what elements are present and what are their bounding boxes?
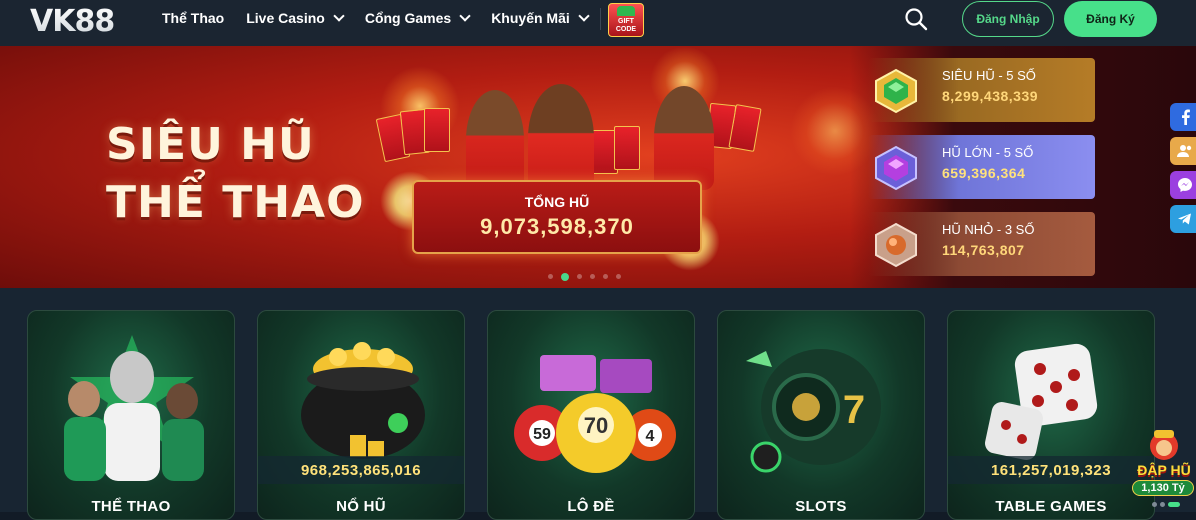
nav-label: Cổng Games bbox=[364, 10, 452, 26]
game-card-lo-de[interactable]: 59 4 70 LÔ ĐỀ bbox=[487, 310, 695, 520]
player-figure bbox=[654, 86, 714, 190]
jackpot-value: 114,763,807 bbox=[942, 242, 1025, 258]
carousel-dot[interactable] bbox=[577, 274, 582, 279]
chevron-down-icon bbox=[333, 10, 345, 22]
game-card-no-hu[interactable]: 968,253,865,016 NỔ HŨ bbox=[257, 310, 465, 520]
chevron-down-icon bbox=[459, 10, 471, 22]
jackpot-name: SIÊU HŨ - 5 SỐ bbox=[942, 68, 1036, 83]
carousel-dot[interactable] bbox=[616, 274, 621, 279]
register-button[interactable]: Đăng Ký bbox=[1064, 1, 1157, 37]
login-button[interactable]: Đăng Nhập bbox=[962, 1, 1054, 37]
game-card-label: TABLE GAMES bbox=[995, 498, 1107, 515]
carousel-dots bbox=[548, 273, 621, 281]
nav-item-the-thao[interactable]: Thể Thao bbox=[162, 10, 224, 26]
red-envelope bbox=[424, 108, 450, 152]
game-card-jackpot: 161,257,019,323 bbox=[948, 456, 1154, 484]
total-jackpot-label: TỔNG HŨ bbox=[524, 194, 590, 210]
jackpot-value: 8,299,438,339 bbox=[942, 88, 1039, 104]
game-card-slots[interactable]: 7 SLOTS bbox=[717, 310, 925, 520]
nav-label: Live Casino bbox=[246, 10, 325, 26]
social-sidebar bbox=[1170, 103, 1196, 233]
pot-of-gold-illustration bbox=[301, 342, 425, 459]
player-figure bbox=[528, 84, 594, 192]
slot-machine-illustration: 7 bbox=[746, 349, 881, 473]
main-nav: Thể Thao Live Casino Cổng Games Khuyến M… bbox=[162, 0, 610, 36]
ball-number: 4 bbox=[646, 428, 655, 445]
nav-item-cong-games[interactable]: Cổng Games bbox=[364, 10, 471, 26]
bonus-badge-dots bbox=[1152, 502, 1180, 507]
game-card-label: SLOTS bbox=[795, 498, 847, 515]
svg-text:7: 7 bbox=[843, 388, 865, 432]
hero-banner[interactable]: SIÊU HŨ THỂ THAO TỔNG HŨ 9,073,598,370 S… bbox=[0, 46, 1196, 288]
banner-title: SIÊU HŨ THỂ THAO bbox=[106, 116, 365, 232]
telegram-icon[interactable] bbox=[1170, 205, 1196, 233]
jackpot-value: 659,396,364 bbox=[942, 165, 1026, 181]
nav-item-live-casino[interactable]: Live Casino bbox=[246, 10, 345, 26]
game-card-the-thao[interactable]: THỂ THAO bbox=[27, 310, 235, 520]
gold-gem-icon bbox=[875, 68, 917, 114]
red-envelope bbox=[614, 126, 640, 170]
game-card-label: NỔ HŨ bbox=[336, 498, 386, 515]
bronze-gem-icon bbox=[875, 222, 917, 268]
jackpot-name: HŨ LỚN - 5 SỐ bbox=[942, 145, 1034, 160]
total-jackpot-value: 9,073,598,370 bbox=[480, 214, 634, 239]
jackpot-hu-lon[interactable]: HŨ LỚN - 5 SỐ 659,396,364 bbox=[868, 135, 1095, 199]
jackpot-hu-nho[interactable]: HŨ NHỎ - 3 SỐ 114,763,807 bbox=[868, 212, 1095, 276]
chevron-down-icon bbox=[578, 10, 590, 22]
game-card-jackpot: 968,253,865,016 bbox=[258, 456, 464, 484]
total-jackpot-box: TỔNG HŨ 9,073,598,370 bbox=[412, 180, 702, 254]
game-card-table-games[interactable]: 161,257,019,323 TABLE GAMES bbox=[947, 310, 1155, 520]
banner-title-line2: THỂ THAO bbox=[106, 177, 365, 228]
player-figure bbox=[466, 90, 524, 190]
bonus-badge-title: ĐẬP HŨ bbox=[1137, 462, 1191, 478]
nav-label: Khuyến Mãi bbox=[491, 10, 570, 26]
dap-hu-floating-badge[interactable]: ĐẬP HŨ 1,130 Tỷ bbox=[1128, 428, 1196, 512]
vk88-logo[interactable]: VK88 bbox=[30, 2, 136, 39]
banner-title-line1: SIÊU HŨ bbox=[106, 119, 315, 170]
football-players-illustration bbox=[64, 335, 204, 481]
search-icon[interactable] bbox=[904, 7, 928, 31]
messenger-icon[interactable] bbox=[1170, 171, 1196, 199]
carousel-dot[interactable] bbox=[548, 274, 553, 279]
nav-divider bbox=[600, 8, 601, 30]
game-card-label: THỂ THAO bbox=[91, 498, 171, 515]
gift-icon bbox=[617, 6, 635, 16]
carousel-dot[interactable] bbox=[590, 274, 595, 279]
logo-text: VK88 bbox=[30, 4, 115, 39]
facebook-icon[interactable] bbox=[1170, 103, 1196, 131]
lottery-balls-illustration: 59 4 70 bbox=[514, 355, 676, 473]
dice-illustration bbox=[985, 343, 1098, 460]
bonus-badge-value: 1,130 Tỷ bbox=[1132, 480, 1194, 496]
gift-code-button[interactable]: GIFT CODE bbox=[608, 3, 644, 37]
jackpot-sieu-hu[interactable]: SIÊU HŨ - 5 SỐ 8,299,438,339 bbox=[868, 58, 1095, 122]
purple-gem-icon bbox=[875, 145, 917, 191]
jackpot-name: HŨ NHỎ - 3 SỐ bbox=[942, 222, 1035, 237]
mascot-icon bbox=[1150, 430, 1178, 460]
carousel-dot-active[interactable] bbox=[561, 273, 569, 281]
ball-number: 70 bbox=[584, 413, 608, 438]
game-categories: THỂ THAO 968,253,865,016 NỔ HŨ 59 4 70 L… bbox=[0, 288, 1196, 520]
gift-code-line2: CODE bbox=[615, 26, 637, 33]
gift-code-line1: GIFT bbox=[618, 18, 634, 25]
carousel-dot[interactable] bbox=[603, 274, 608, 279]
nav-item-khuyen-mai[interactable]: Khuyến Mãi bbox=[491, 10, 590, 26]
top-header: VK88 Thể Thao Live Casino Cổng Games Khu… bbox=[0, 0, 1196, 46]
game-card-label: LÔ ĐỀ bbox=[567, 498, 615, 515]
ball-number: 59 bbox=[533, 426, 551, 443]
nav-label: Thể Thao bbox=[162, 10, 225, 26]
group-icon[interactable] bbox=[1170, 137, 1196, 165]
